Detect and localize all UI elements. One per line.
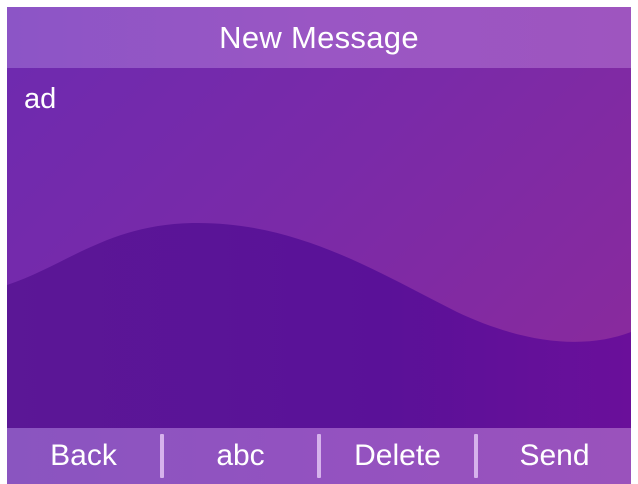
background-wave: [7, 222, 631, 484]
input-mode-button[interactable]: abc: [164, 428, 317, 484]
softkey-bar: Back abc Delete Send: [7, 428, 631, 484]
message-input[interactable]: ad: [24, 83, 56, 116]
title-bar: New Message: [7, 7, 631, 68]
delete-button[interactable]: Delete: [321, 428, 474, 484]
send-button[interactable]: Send: [478, 428, 631, 484]
page-title: New Message: [219, 19, 419, 55]
phone-screen: New Message ad Back abc Delete Send: [7, 7, 631, 484]
back-button[interactable]: Back: [7, 428, 160, 484]
